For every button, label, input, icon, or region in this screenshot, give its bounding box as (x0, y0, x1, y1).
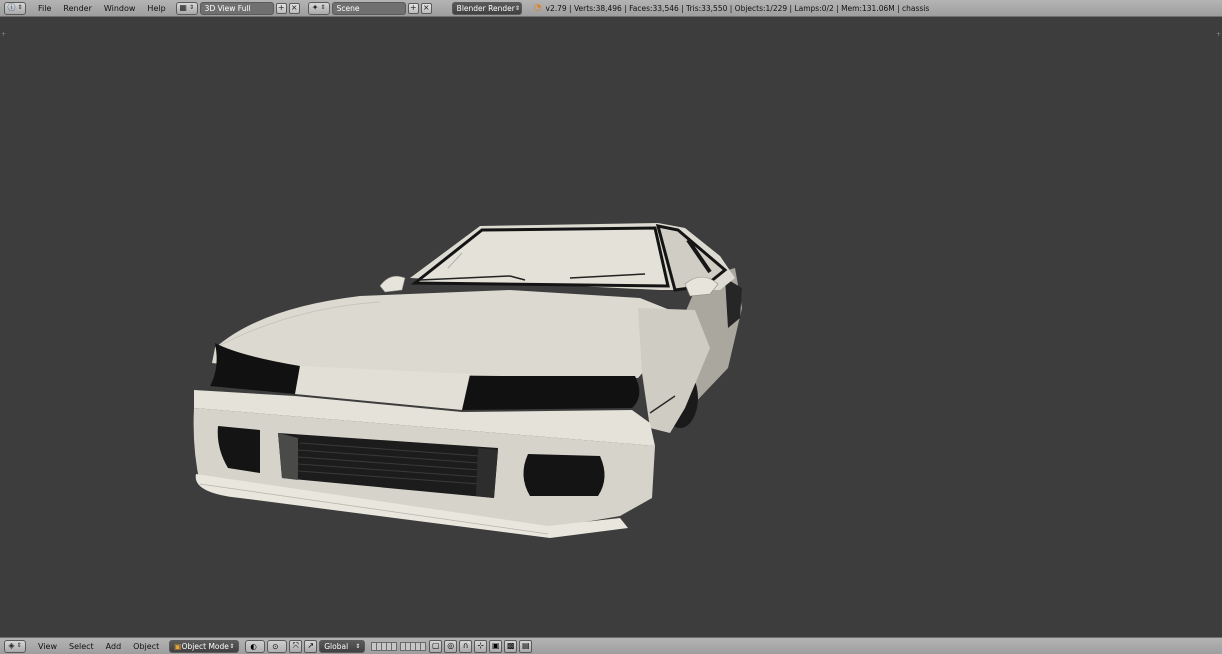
menu-object[interactable]: Object (127, 642, 165, 651)
close-icon: × (422, 3, 430, 12)
plus-icon: + (409, 3, 417, 12)
menu-help[interactable]: Help (141, 4, 171, 13)
menu-select[interactable]: Select (63, 642, 100, 651)
film-icon: ▤ (521, 641, 530, 650)
scene-layers-2[interactable] (400, 641, 427, 651)
scene-label: Scene (336, 3, 360, 13)
3d-view-icon: ◈ (8, 641, 15, 650)
area-split-corner-icon[interactable]: + (1, 32, 6, 38)
menu-render[interactable]: Render (57, 4, 97, 13)
car-model[interactable] (180, 198, 760, 558)
add-scene-button[interactable]: + (407, 2, 419, 14)
snap-target-dropdown[interactable]: ▣ (489, 639, 503, 653)
scene-stats: v2.79 | Verts:38,496 | Faces:33,546 | Tr… (545, 3, 930, 13)
info-header: ⓘ ⇕ File Render Window Help ▦ ⇕ 3D View … (0, 0, 1222, 17)
scene-selector[interactable]: ✦ ⇕ (307, 1, 330, 15)
3d-view-header: ◈ ⇕ View Select Add Object ▣ Object Mode… (0, 637, 1222, 654)
3d-viewport[interactable]: + + (0, 18, 1222, 636)
updown-arrow-icon: ⇕ (188, 4, 194, 11)
updown-arrow-icon: ⇕ (355, 642, 361, 650)
shading-sphere-icon: ◐ (250, 641, 257, 651)
snap-target-icon: ▣ (491, 641, 500, 650)
render-engine-label: Blender Render (456, 3, 515, 13)
remove-scene-button[interactable]: × (420, 2, 432, 14)
layout-grid-icon: ▦ (179, 3, 187, 12)
render-preview-button[interactable]: ▩ (504, 639, 518, 653)
updown-arrow-icon: ⇕ (16, 642, 22, 649)
pivot-icon: ⊙ (272, 641, 279, 651)
menu-file[interactable]: File (32, 4, 57, 13)
proportional-edit-icon: ◎ (447, 641, 455, 650)
object-mode-icon: ▣ (174, 641, 182, 651)
screen-layout-field[interactable]: 3D View Full (199, 1, 274, 15)
add-screen-button[interactable]: + (275, 2, 287, 14)
lock-layers-toggle[interactable]: ▢ (429, 639, 443, 653)
snap-element-dropdown[interactable]: ⊹ (474, 639, 488, 653)
editor-type-button[interactable]: ◈ ⇕ (4, 639, 26, 653)
updown-arrow-icon: ⇕ (17, 4, 23, 11)
close-icon: × (290, 3, 298, 12)
render-animation-button[interactable]: ▤ (519, 639, 533, 653)
remove-screen-button[interactable]: × (288, 2, 300, 14)
scene-icon: ✦ (311, 3, 319, 12)
arrow-icon: ↗ (307, 641, 315, 650)
editor-type-button[interactable]: ⓘ ⇕ (4, 1, 26, 15)
menu-view[interactable]: View (32, 642, 63, 651)
translate-manipulator[interactable]: ↗ (304, 639, 318, 653)
snap-toggle[interactable]: ∩ (459, 639, 473, 653)
info-icon: ⓘ (7, 3, 16, 12)
snap-element-icon: ⊹ (477, 641, 485, 650)
mode-label: Object Mode (181, 641, 229, 651)
render-engine-dropdown[interactable]: Blender Render ⇕ (451, 1, 522, 15)
menu-add[interactable]: Add (100, 642, 128, 651)
manipulator-toggle[interactable]: ⤧ (289, 639, 303, 653)
scene-layers[interactable] (371, 641, 398, 651)
orientation-label: Global (324, 641, 349, 651)
manipulator-icon: ⤧ (292, 641, 299, 650)
menu-window[interactable]: Window (98, 4, 142, 13)
updown-arrow-icon: ⇕ (514, 4, 520, 12)
proportional-edit-toggle[interactable]: ◎ (444, 639, 458, 653)
mode-dropdown[interactable]: ▣ Object Mode ⇕ (169, 639, 240, 653)
updown-arrow-icon: ⇕ (320, 4, 326, 11)
lock-icon: ▢ (431, 641, 440, 650)
updown-arrow-icon: ⇕ (229, 642, 235, 650)
transform-orientation-dropdown[interactable]: Global ⇕ (319, 639, 366, 653)
scene-field[interactable]: Scene (331, 1, 406, 15)
screen-layout-label: 3D View Full (204, 3, 251, 13)
plus-icon: + (277, 3, 285, 12)
area-split-corner-icon[interactable]: + (1216, 32, 1221, 38)
screen-layout-selector[interactable]: ▦ ⇕ (175, 1, 198, 15)
camera-icon: ▩ (506, 641, 515, 650)
magnet-icon: ∩ (462, 641, 469, 650)
viewport-shading-dropdown[interactable]: ◐ (245, 639, 266, 653)
blender-logo-icon: ◔ (533, 3, 542, 13)
pivot-point-dropdown[interactable]: ⊙ (267, 639, 288, 653)
